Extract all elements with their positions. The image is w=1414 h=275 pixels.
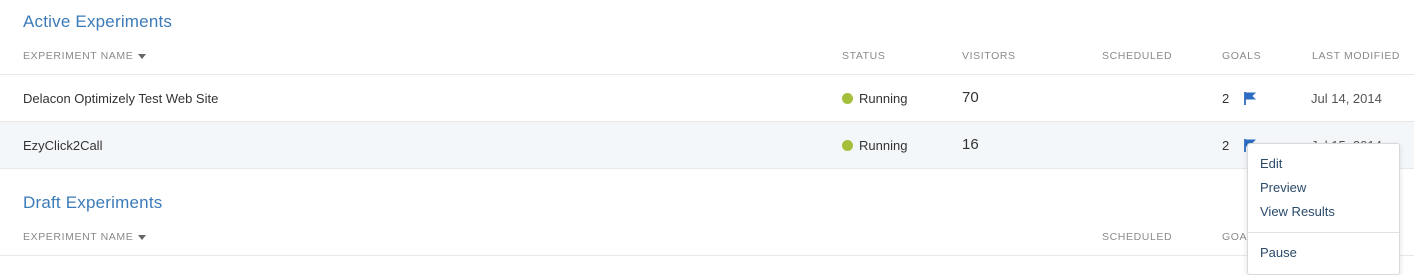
experiment-name-header-label: EXPERIMENT NAME [23,50,134,62]
visitors-count: 16 [962,136,979,153]
goals-header[interactable]: GOALS [1222,50,1261,62]
experiment-name-header[interactable]: EXPERIMENT NAME [23,50,147,62]
status-dot-icon [842,93,853,104]
row-actions-menu: Edit Preview View Results Pause [1247,143,1400,275]
status-header[interactable]: STATUS [842,50,885,62]
experiment-name[interactable]: EzyClick2Call [23,138,102,153]
menu-divider [1248,232,1399,233]
divider [0,168,1414,169]
goals-count: 2 [1222,91,1230,106]
flag-icon[interactable] [1242,90,1258,106]
status-label: Running [859,91,908,106]
divider [0,255,1414,256]
scheduled-header[interactable]: SCHEDULED [1102,50,1172,62]
active-experiments-title: Active Experiments [23,12,173,31]
draft-experiment-name-header-label: EXPERIMENT NAME [23,231,134,243]
menu-item-view-results[interactable]: View Results [1260,204,1335,219]
caret-down-icon [138,234,147,240]
table-row[interactable]: Delacon Optimizely Test Web Site Running… [0,75,1414,121]
draft-experiment-name-header[interactable]: EXPERIMENT NAME [23,231,147,243]
menu-item-edit[interactable]: Edit [1260,156,1282,171]
status-cell: Running [842,91,907,106]
visitors-header[interactable]: VISITORS [962,50,1016,62]
last-modified: Jul 14, 2014 [1311,91,1382,106]
goals-count: 2 [1222,138,1230,153]
experiment-name[interactable]: Delacon Optimizely Test Web Site [23,91,218,106]
draft-scheduled-header[interactable]: SCHEDULED [1102,231,1172,243]
last-modified-header[interactable]: LAST MODIFIED [1312,50,1400,62]
caret-down-icon [138,53,147,59]
menu-item-preview[interactable]: Preview [1260,180,1306,195]
draft-experiments-title: Draft Experiments [23,193,163,212]
status-dot-icon [842,140,853,151]
status-label: Running [859,138,908,153]
table-row[interactable]: EzyClick2Call Running 16 2 Jul 15, 2014 [0,122,1414,168]
visitors-count: 70 [962,89,979,106]
menu-item-pause[interactable]: Pause [1260,245,1297,260]
status-cell: Running [842,138,907,153]
